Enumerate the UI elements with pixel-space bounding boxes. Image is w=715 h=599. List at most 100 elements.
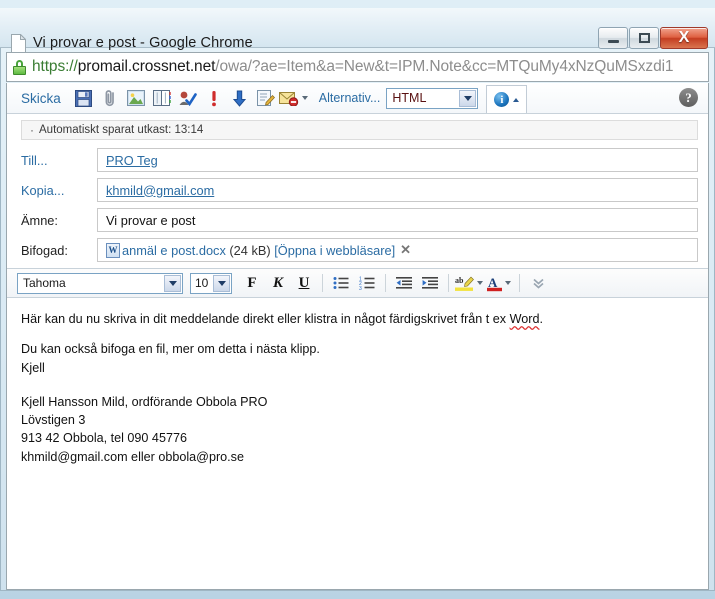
url-scheme: https:// xyxy=(32,58,78,75)
help-button[interactable]: ? xyxy=(679,88,698,107)
chevron-down-icon xyxy=(505,281,511,285)
word-icon-letter: W xyxy=(108,245,118,255)
highlight-color-icon[interactable]: ab xyxy=(455,272,483,294)
font-size-select[interactable]: 10 xyxy=(190,272,232,294)
attachment-size: (24 kB) xyxy=(229,242,271,258)
signature-line-4: khmild@gmail.com eller obbola@pro.se xyxy=(21,449,244,464)
svg-text:A: A xyxy=(488,275,498,290)
signature-line-3: 913 42 Obbola, tel 090 45776 xyxy=(21,431,187,446)
url-host: promail.crossnet.net xyxy=(77,58,216,75)
signature-block: Kjell Hansson Mild, ordförande Obbola PR… xyxy=(21,393,694,466)
browser-window: Vi provar e post - Google Chrome X https… xyxy=(0,8,715,599)
misspelled-word: Word xyxy=(509,312,540,326)
subject-label: Ämne: xyxy=(21,212,58,228)
bold-button[interactable]: F xyxy=(240,272,264,294)
compose-command-toolbar: Skicka Alternativ... HTML i ? xyxy=(7,83,708,114)
to-recipient[interactable]: PRO Teg xyxy=(106,153,158,168)
to-label-button[interactable]: Till... xyxy=(21,153,97,168)
close-icon: X xyxy=(678,29,690,46)
body-paragraph-1: Här kan du nu skriva in dit meddelande d… xyxy=(21,310,694,328)
bullet-icon: · xyxy=(30,123,34,137)
close-button[interactable]: X xyxy=(660,27,708,49)
svg-text:3: 3 xyxy=(359,286,362,290)
toolbar-divider xyxy=(519,274,520,292)
owa-compose-page: Skicka Alternativ... HTML i ? · Automati… xyxy=(6,83,709,590)
chevron-down-icon xyxy=(459,89,477,107)
address-bar-area: https://promail.crossnet.net/owa/?ae=Ite… xyxy=(6,52,709,82)
formatting-toolbar: Tahoma 10 F K U 1 2 3 ab A xyxy=(7,268,708,298)
maximize-button[interactable] xyxy=(629,27,659,49)
underline-button[interactable]: U xyxy=(292,272,316,294)
low-importance-icon[interactable] xyxy=(227,86,253,110)
cc-recipient[interactable]: khmild@gmail.com xyxy=(106,183,214,198)
italic-button[interactable]: K xyxy=(266,272,290,294)
window-controls: X xyxy=(598,27,708,49)
send-button[interactable]: Skicka xyxy=(21,91,61,106)
attached-label: Bifogad: xyxy=(21,242,68,258)
body-paragraph-3: Kjell xyxy=(21,360,45,375)
body-paragraph-2: Du kan också bifoga en fil, mer om detta… xyxy=(21,342,320,357)
font-family-select[interactable]: Tahoma xyxy=(17,272,183,294)
numbered-list-icon[interactable]: 1 2 3 xyxy=(355,272,379,294)
remove-attachment-icon[interactable]: ✕ xyxy=(400,242,411,258)
message-options-icon[interactable] xyxy=(279,86,309,110)
font-color-icon[interactable]: A xyxy=(485,272,513,294)
decrease-indent-icon[interactable] xyxy=(392,272,416,294)
message-body-editor[interactable]: Här kan du nu skriva in dit meddelande d… xyxy=(7,298,708,589)
high-importance-icon[interactable] xyxy=(201,86,227,110)
options-button[interactable]: Alternativ... xyxy=(319,91,381,105)
chevron-down-icon xyxy=(213,274,230,292)
info-icon: i xyxy=(494,92,510,107)
insert-image-icon[interactable] xyxy=(123,86,149,110)
attach-file-icon[interactable] xyxy=(97,86,123,110)
message-format-select[interactable]: HTML xyxy=(386,87,479,109)
spell-check-icon[interactable] xyxy=(253,86,279,110)
autosave-text: Automatiskt sparat utkast: 13:14 xyxy=(39,124,204,136)
chevron-down-icon xyxy=(477,281,483,285)
info-tab-button[interactable]: i xyxy=(486,85,528,113)
minimize-button[interactable] xyxy=(598,27,628,49)
toolbar-divider xyxy=(448,274,449,292)
attachment-open-in-browser-link[interactable]: [Öppna i webbläsare] xyxy=(274,243,395,258)
address-book-icon[interactable] xyxy=(149,86,175,110)
subject-input[interactable]: Vi provar e post xyxy=(97,208,698,232)
autosave-status-bar: · Automatiskt sparat utkast: 13:14 xyxy=(21,120,698,140)
body-text-before: Här kan du nu skriva in dit meddelande d… xyxy=(21,312,510,326)
url-path: /owa/?ae=Item&a=New&t=IPM.Note&cc=MTQuMy… xyxy=(215,58,674,75)
chevron-down-icon xyxy=(164,274,181,292)
attachment-row: Bifogad: W anmäl e post.docx (24 kB) [Öp… xyxy=(21,238,698,262)
padlock-secure-icon xyxy=(13,59,26,75)
address-bar[interactable]: https://promail.crossnet.net/owa/?ae=Ite… xyxy=(6,52,709,82)
window-title: Vi provar e post - Google Chrome xyxy=(33,35,253,51)
maximize-icon xyxy=(638,33,650,43)
bullet-list-icon[interactable] xyxy=(329,272,353,294)
font-family-value: Tahoma xyxy=(23,276,66,290)
signature-line-2: Lövstigen 3 xyxy=(21,413,86,427)
more-formatting-chevron-icon[interactable] xyxy=(526,272,550,294)
body-text-after: . xyxy=(539,312,543,326)
to-input[interactable]: PRO Teg xyxy=(97,148,698,172)
check-names-icon[interactable] xyxy=(175,86,201,110)
svg-text:ab: ab xyxy=(455,276,464,285)
chevron-up-icon xyxy=(513,97,520,102)
save-icon[interactable] xyxy=(71,86,97,110)
cc-row: Kopia... khmild@gmail.com xyxy=(21,178,698,202)
word-document-icon: W xyxy=(106,242,120,258)
attachment-list: W anmäl e post.docx (24 kB) [Öppna i web… xyxy=(97,238,698,262)
cc-label-button[interactable]: Kopia... xyxy=(21,183,97,198)
attachment-name[interactable]: anmäl e post.docx xyxy=(122,243,226,258)
minimize-icon xyxy=(607,40,619,43)
document-icon xyxy=(11,34,26,53)
signature-line-1: Kjell Hansson Mild, ordförande Obbola PR… xyxy=(21,394,268,409)
title-bar: Vi provar e post - Google Chrome X xyxy=(0,8,715,53)
message-format-value: HTML xyxy=(392,91,427,105)
chevron-down-icon xyxy=(302,96,309,100)
url-text: https://promail.crossnet.net/owa/?ae=Ite… xyxy=(32,58,674,76)
subject-value: Vi provar e post xyxy=(106,212,196,228)
toolbar-divider xyxy=(385,274,386,292)
subject-row: Ämne: Vi provar e post xyxy=(21,208,698,232)
cc-input[interactable]: khmild@gmail.com xyxy=(97,178,698,202)
increase-indent-icon[interactable] xyxy=(418,272,442,294)
to-row: Till... PRO Teg xyxy=(21,148,698,172)
toolbar-divider xyxy=(322,274,323,292)
